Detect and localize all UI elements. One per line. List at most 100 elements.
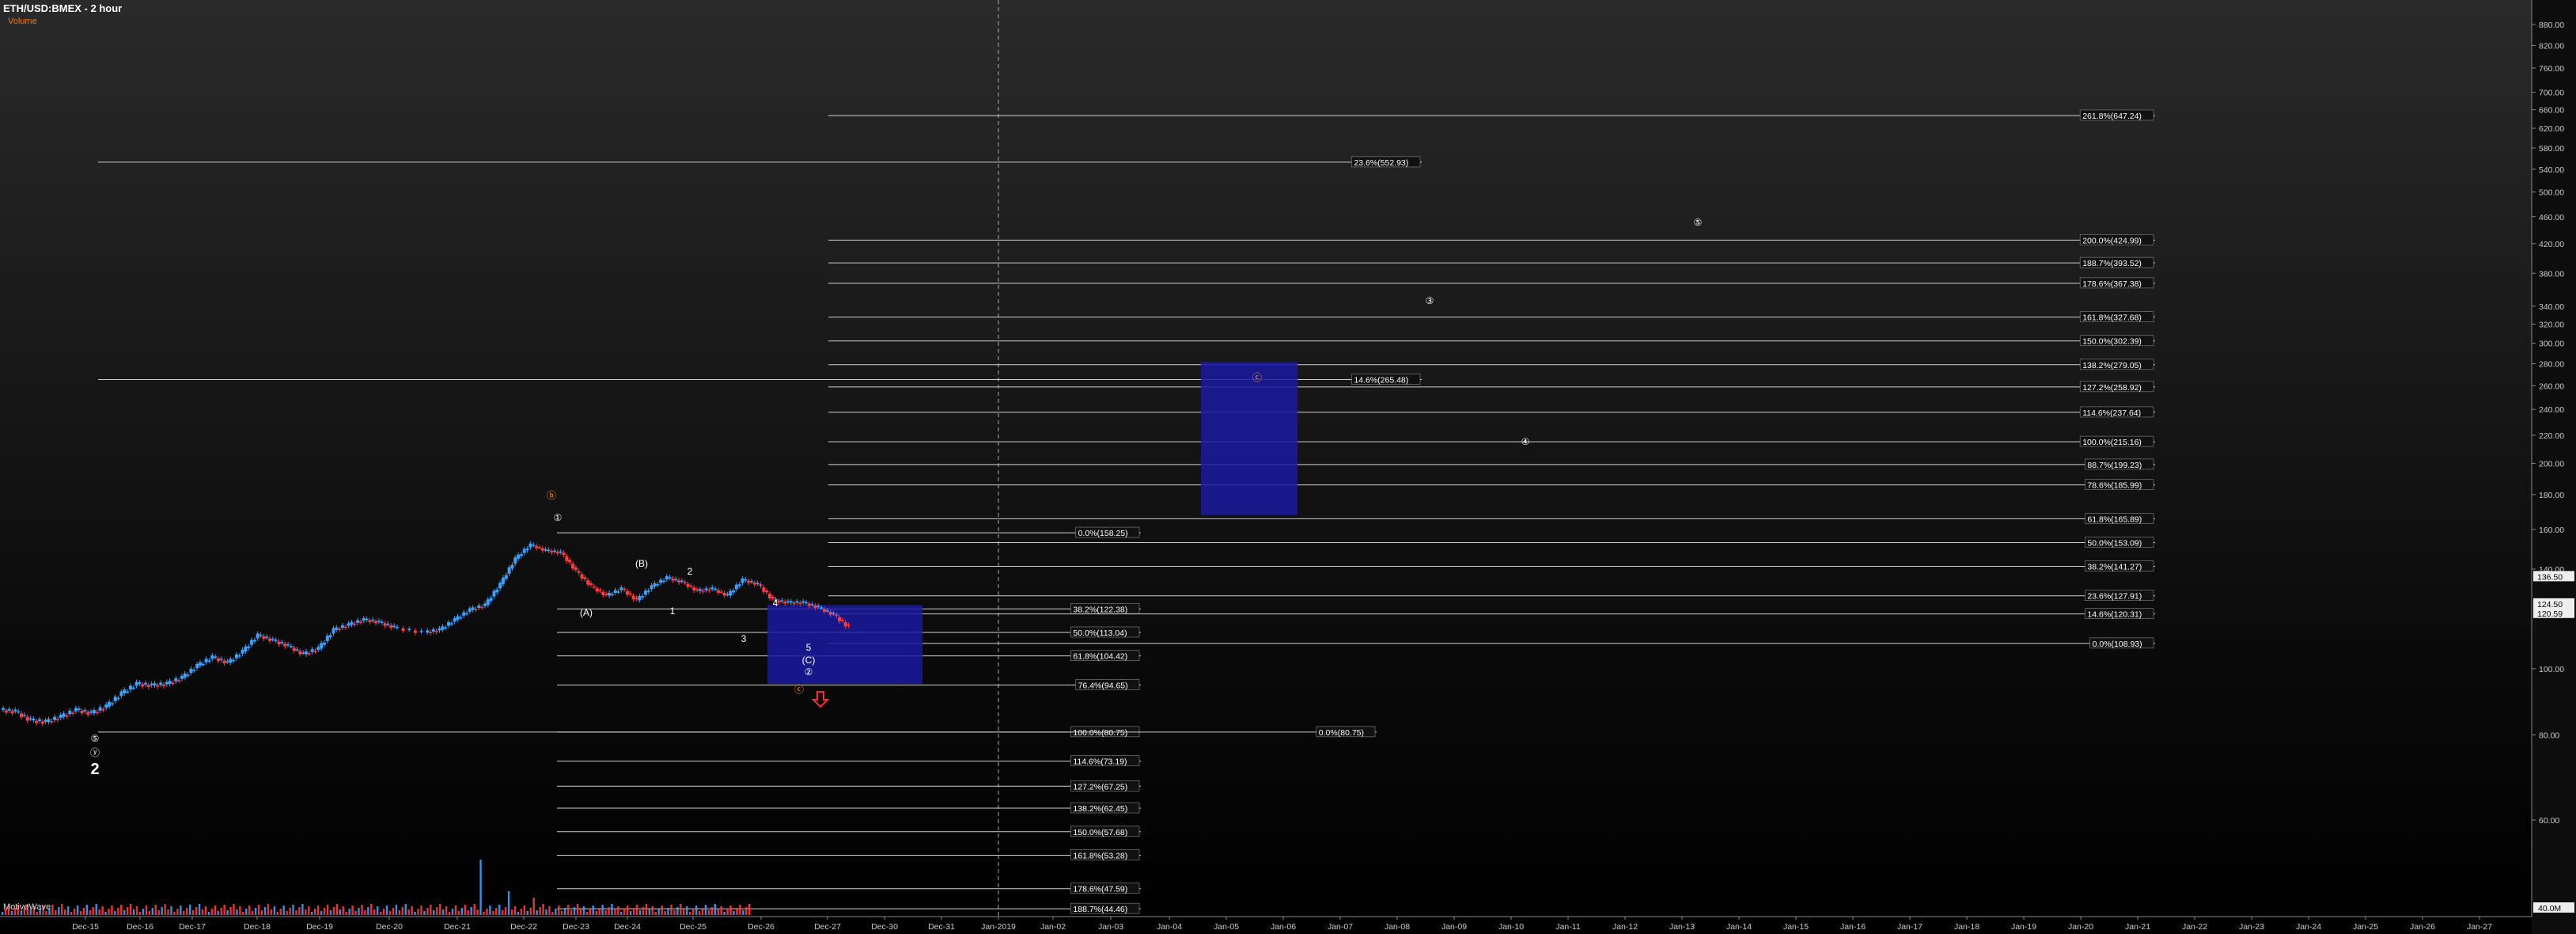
volume-bar bbox=[316, 906, 320, 915]
candle-body bbox=[159, 682, 163, 685]
volume-bar bbox=[664, 911, 666, 915]
candle-body bbox=[4, 710, 8, 713]
candle-body bbox=[714, 588, 718, 590]
candle-body bbox=[838, 617, 842, 621]
candle-body bbox=[186, 674, 190, 676]
candle-body bbox=[131, 687, 135, 689]
volume-bar bbox=[104, 912, 107, 915]
candle-body bbox=[383, 623, 387, 626]
candle-body bbox=[722, 592, 726, 596]
elliott-wave-label: ⓨ bbox=[90, 747, 100, 758]
candle-body bbox=[820, 607, 824, 609]
volume-bar bbox=[638, 910, 642, 915]
candle-body bbox=[95, 712, 99, 714]
time-tick-label: Jan-23 bbox=[2239, 922, 2264, 932]
volume-bar bbox=[460, 908, 464, 915]
volume-bar bbox=[657, 909, 660, 915]
volume-bar bbox=[704, 905, 707, 915]
candle-body bbox=[504, 575, 508, 579]
candle-body bbox=[119, 691, 123, 697]
candle-body bbox=[431, 629, 435, 632]
time-tick-label: Jan-04 bbox=[1157, 922, 1182, 932]
candle-body bbox=[677, 580, 681, 583]
volume-bar bbox=[710, 907, 714, 915]
time-tick-label: Dec-18 bbox=[244, 922, 271, 932]
candle-body bbox=[389, 625, 393, 628]
candle-body bbox=[17, 711, 21, 713]
candle-body bbox=[35, 720, 39, 723]
volume-bar bbox=[691, 909, 695, 915]
candle-body bbox=[835, 614, 839, 617]
volume-bar bbox=[498, 905, 501, 915]
volume-bar bbox=[717, 909, 719, 915]
volume-bar bbox=[186, 908, 188, 915]
candle-body bbox=[804, 602, 808, 604]
candle-body bbox=[277, 641, 281, 644]
candle-body bbox=[395, 626, 399, 628]
candle-body bbox=[580, 574, 584, 579]
candle-body bbox=[83, 709, 87, 712]
price-chart[interactable]: 880.00820.00760.00700.00660.00620.00580.… bbox=[0, 0, 2576, 934]
candle-body bbox=[201, 663, 205, 666]
volume-bar bbox=[698, 911, 701, 915]
volume-bar bbox=[257, 905, 260, 915]
candle-body bbox=[653, 583, 657, 587]
candle-body bbox=[328, 635, 332, 638]
volume-bar bbox=[289, 908, 291, 915]
candle-body bbox=[468, 608, 472, 612]
candle-body bbox=[513, 557, 517, 564]
elliott-wave-label: ③ bbox=[1426, 295, 1434, 306]
volume-bar bbox=[233, 904, 235, 915]
price-tick-label: 700.00 bbox=[2539, 89, 2564, 98]
volume-bar bbox=[361, 905, 363, 915]
volume-bar bbox=[430, 905, 432, 915]
candle-body bbox=[229, 659, 233, 663]
candle-body bbox=[656, 584, 660, 586]
candle-body bbox=[126, 691, 130, 693]
volume-bar bbox=[214, 906, 216, 915]
time-tick-label: Jan-21 bbox=[2125, 922, 2150, 932]
candle-body bbox=[598, 590, 602, 592]
time-tick-label: Dec-24 bbox=[614, 922, 641, 932]
candle-body bbox=[613, 590, 617, 593]
volume-bar bbox=[742, 910, 744, 915]
candle-body bbox=[792, 602, 796, 605]
candle-body bbox=[19, 713, 23, 718]
candle-body bbox=[825, 610, 829, 612]
candle-body bbox=[519, 554, 523, 556]
candle-body bbox=[659, 579, 663, 583]
price-tick-label: 420.00 bbox=[2539, 240, 2564, 249]
volume-bar bbox=[245, 909, 248, 915]
candle-body bbox=[10, 711, 14, 714]
candle-body bbox=[568, 560, 572, 563]
volume-bar bbox=[589, 909, 591, 915]
volume-bar bbox=[164, 904, 166, 915]
fib-level-label: 50.0%(113.04) bbox=[1073, 628, 1127, 638]
candle-body bbox=[265, 636, 269, 638]
time-tick-label: Jan-08 bbox=[1385, 922, 1410, 932]
time-tick-label: Jan-03 bbox=[1098, 922, 1123, 932]
volume-bar bbox=[204, 906, 207, 915]
volume-bar bbox=[85, 905, 89, 915]
candle-body bbox=[429, 632, 433, 633]
volume-bar bbox=[323, 908, 326, 915]
volume-bar bbox=[95, 904, 97, 915]
volume-bar bbox=[66, 906, 70, 915]
candle-body bbox=[207, 660, 211, 663]
time-tick-label: Jan-18 bbox=[1954, 922, 1979, 932]
chart-window[interactable]: 880.00 820.00 760.00 700.00 660.00 620.00 580.… bbox=[0, 0, 2576, 934]
elliott-wave-label: ② bbox=[805, 666, 813, 678]
candle-body bbox=[459, 617, 463, 619]
candle-body bbox=[204, 659, 208, 663]
time-tick-label: Dec-19 bbox=[306, 922, 333, 932]
volume-bar bbox=[520, 909, 523, 915]
elliott-wave-label: 3 bbox=[741, 633, 747, 644]
volume-bar bbox=[632, 908, 635, 915]
candle-body bbox=[680, 580, 684, 583]
fib-level-label: 0.0%(158.25) bbox=[1078, 529, 1128, 538]
time-tick-label: Dec-22 bbox=[510, 922, 537, 932]
candle-body bbox=[268, 638, 272, 641]
volume-bar bbox=[451, 909, 454, 915]
volume-bar bbox=[220, 908, 222, 915]
volume-bar bbox=[276, 912, 278, 915]
